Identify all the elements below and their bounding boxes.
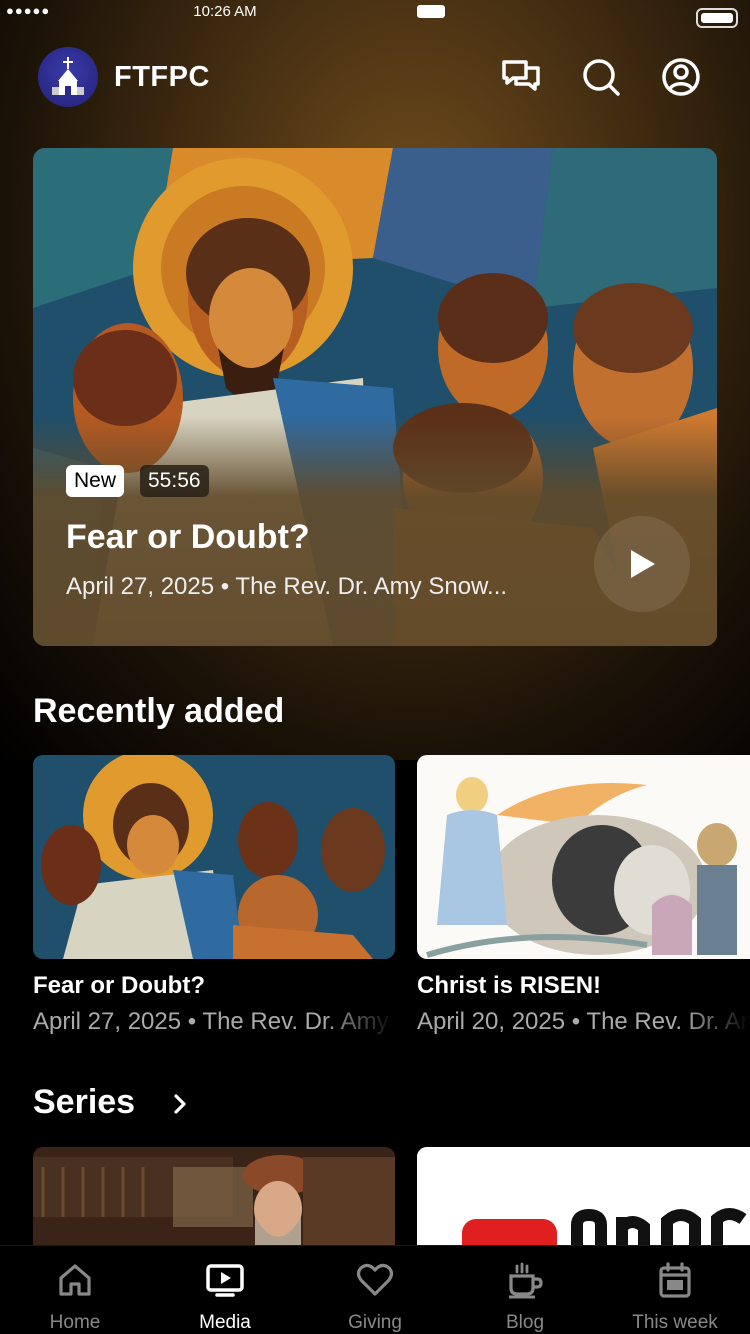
church-logo[interactable] [38, 47, 98, 107]
tab-bar: Home Media Giving Blog This week [0, 1245, 750, 1334]
church-icon [52, 57, 84, 95]
series-card-thumbnail[interactable] [33, 1147, 395, 1245]
status-time: 10:26 AM [193, 3, 257, 20]
chat-icon[interactable] [500, 56, 542, 98]
account-icon[interactable] [660, 56, 702, 98]
coffee-cup-icon [509, 1262, 543, 1299]
tab-home[interactable]: Home [0, 1246, 150, 1334]
media-card-thumbnail[interactable] [33, 755, 395, 959]
stained-glass-thumbnail [33, 755, 395, 959]
status-bar: ●●●●● 10:26 AM [0, 0, 750, 28]
chevron-right-icon[interactable] [170, 1092, 190, 1116]
media-card-title[interactable]: Fear or Doubt? [33, 972, 205, 1000]
tab-label: Home [49, 1312, 101, 1333]
empty-tomb-illustration [417, 755, 750, 959]
home-icon [59, 1264, 91, 1296]
calendar-icon [659, 1262, 691, 1298]
media-card-thumbnail[interactable] [417, 755, 750, 959]
recently-added-heading: Recently added [33, 692, 285, 730]
reformer-portrait [33, 1147, 395, 1245]
tab-giving[interactable]: Giving [300, 1246, 450, 1334]
play-icon [631, 550, 655, 578]
app-title: FTFPC [114, 61, 210, 93]
hero-subtitle: April 27, 2025 • The Rev. Dr. Amy Snow..… [66, 573, 508, 600]
battery-icon [696, 8, 738, 28]
battery-icon [417, 5, 445, 18]
app-header: FTFPC [0, 44, 750, 108]
tv-play-icon [206, 1264, 244, 1297]
heart-icon [356, 1263, 394, 1296]
hero-title: Fear or Doubt? [66, 518, 310, 556]
search-icon[interactable] [580, 56, 622, 98]
media-card-subtitle: April 20, 2025 • The Rev. Dr. Amy Snow [417, 1008, 750, 1035]
duration-badge: 55:56 [140, 465, 209, 497]
tab-blog[interactable]: Blog [450, 1246, 600, 1334]
media-card-subtitle: April 27, 2025 • The Rev. Dr. Amy Snow [33, 1008, 395, 1035]
tab-label: Media [199, 1312, 251, 1333]
tab-this-week[interactable]: This week [600, 1246, 750, 1334]
play-button[interactable] [594, 516, 690, 612]
new-badge: New [66, 465, 125, 497]
tab-media[interactable]: Media [150, 1246, 300, 1334]
series-card-thumbnail[interactable] [417, 1147, 750, 1245]
tab-label: This week [632, 1312, 718, 1333]
media-card-title[interactable]: Christ is RISEN! [417, 972, 601, 1000]
featured-sermon-card[interactable]: New 55:56 Fear or Doubt? April 27, 2025 … [33, 148, 717, 646]
video-logo-image [417, 1147, 750, 1245]
tab-label: Blog [505, 1312, 545, 1333]
series-heading[interactable]: Series [33, 1083, 135, 1122]
tab-label: Giving [348, 1312, 402, 1333]
